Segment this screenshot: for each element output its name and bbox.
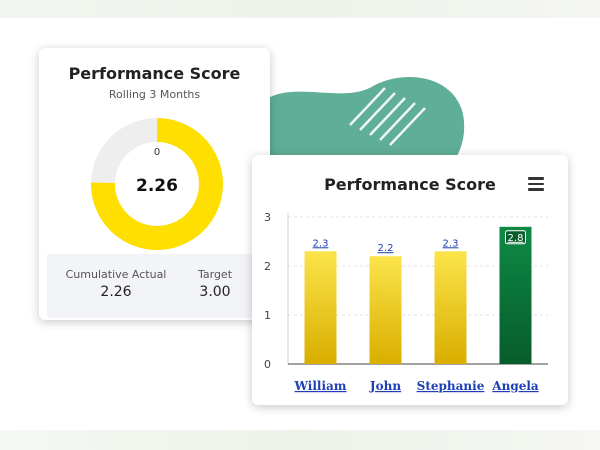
donut-min-label: 0 <box>153 147 161 158</box>
performance-score-summary-card: Performance Score Rolling 3 Months 0 2.2… <box>39 48 270 320</box>
bar-stephanie[interactable] <box>434 251 467 364</box>
cumulative-actual-value: 2.26 <box>100 284 132 300</box>
category-link-stephanie[interactable]: Stephanie <box>417 379 485 393</box>
background-top-band <box>0 0 600 18</box>
background-bottom-band <box>0 430 600 450</box>
y-tick-label: 3 <box>264 211 271 224</box>
target-value: 3.00 <box>199 284 231 300</box>
data-label[interactable]: 2.3 <box>313 238 329 249</box>
y-tick-label: 2 <box>264 260 271 273</box>
bar-chart: 0 1 2 3 2.3 William 2.2 John 2.3 Stephanie 2.8 Ange… <box>264 211 548 393</box>
bar-william[interactable] <box>304 251 337 364</box>
data-label[interactable]: 2.8 <box>508 233 524 244</box>
card-subtitle: Rolling 3 Months <box>108 88 201 101</box>
target-label: Target <box>197 268 233 281</box>
y-tick-label: 1 <box>264 309 271 322</box>
data-label[interactable]: 2.2 <box>378 243 394 254</box>
data-label[interactable]: 2.3 <box>443 238 459 249</box>
bar-john[interactable] <box>369 256 402 364</box>
category-link-john[interactable]: John <box>369 379 401 393</box>
cumulative-actual-label: Cumulative Actual <box>65 268 167 281</box>
bar-angela[interactable] <box>499 226 532 364</box>
category-link-william[interactable]: William <box>294 379 347 393</box>
card-title: Performance Score <box>68 64 241 83</box>
donut-center-value: 2.26 <box>136 176 178 196</box>
stats-panel: Cumulative Actual 2.26 Target 3.00 <box>47 254 262 318</box>
performance-score-bar-chart-card: Performance Score 0 1 2 3 2.3 William 2.2 John 2… <box>252 155 568 405</box>
y-tick-label: 0 <box>264 358 271 371</box>
category-link-angela[interactable]: Angela <box>491 379 539 393</box>
